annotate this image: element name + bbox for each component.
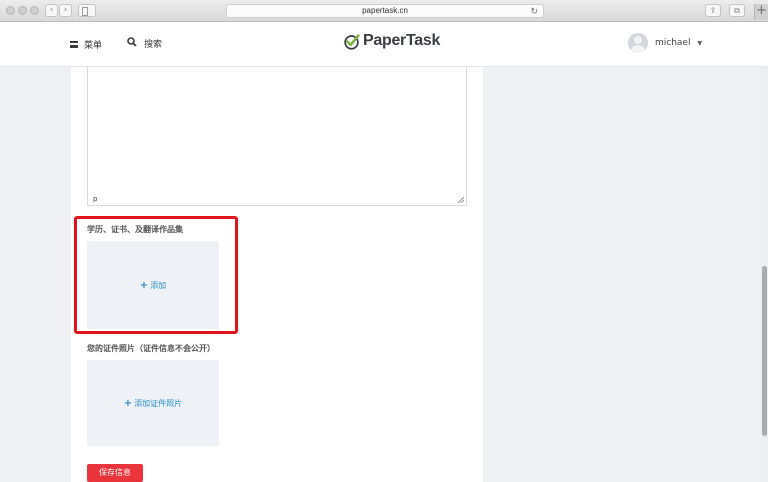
- editor-status-path: p: [93, 195, 98, 203]
- site-header: 菜单 搜索 PaperTask michael ▼: [0, 22, 768, 67]
- plus-icon: +: [123, 397, 133, 409]
- username: michael: [655, 38, 691, 48]
- user-menu[interactable]: michael ▼: [628, 33, 702, 53]
- save-info-button[interactable]: 保存信息: [87, 464, 143, 482]
- add-id-photos-label: 添加证件照片: [134, 398, 183, 408]
- reload-icon[interactable]: ↻: [530, 5, 538, 17]
- hamburger-icon: [70, 41, 78, 48]
- resize-grip-icon[interactable]: [458, 197, 464, 203]
- logo-text: PaperTask: [363, 32, 441, 49]
- avatar: [628, 33, 648, 53]
- address-bar-url: papertask.cn: [362, 6, 408, 15]
- zoom-window-icon[interactable]: [30, 6, 39, 15]
- tabs-overview-icon[interactable]: ⧉: [729, 4, 745, 17]
- minimize-window-icon[interactable]: [18, 6, 27, 15]
- site-logo[interactable]: PaperTask: [343, 32, 440, 50]
- caret-down-icon: ▼: [697, 39, 703, 47]
- page-scrollbar-thumb[interactable]: [762, 266, 767, 436]
- address-bar[interactable]: papertask.cn ↻: [226, 4, 544, 18]
- highlight-annotation-box: [74, 216, 238, 334]
- search-button[interactable]: 搜索: [127, 37, 162, 50]
- new-tab-button[interactable]: +: [754, 4, 768, 20]
- browser-toolbar: ‹ › papertask.cn ↻ ⇪ ⧉ +: [0, 0, 768, 22]
- search-label: 搜索: [144, 40, 163, 50]
- bio-textarea[interactable]: p: [87, 67, 467, 206]
- id-photos-section-label: 您的证件照片（证件信息不会公开）: [87, 344, 215, 353]
- menu-label: 菜单: [84, 41, 103, 51]
- menu-button[interactable]: 菜单: [70, 38, 102, 51]
- papertask-logo-icon: [344, 33, 360, 50]
- search-icon: [127, 37, 137, 50]
- add-id-photos-button[interactable]: + 添加证件照片: [87, 360, 219, 446]
- close-window-icon[interactable]: [6, 6, 15, 15]
- back-button[interactable]: ‹: [45, 4, 58, 17]
- sidebar-toggle-icon[interactable]: [78, 4, 96, 17]
- forward-button[interactable]: ›: [59, 4, 72, 17]
- share-icon[interactable]: ⇪: [705, 4, 721, 17]
